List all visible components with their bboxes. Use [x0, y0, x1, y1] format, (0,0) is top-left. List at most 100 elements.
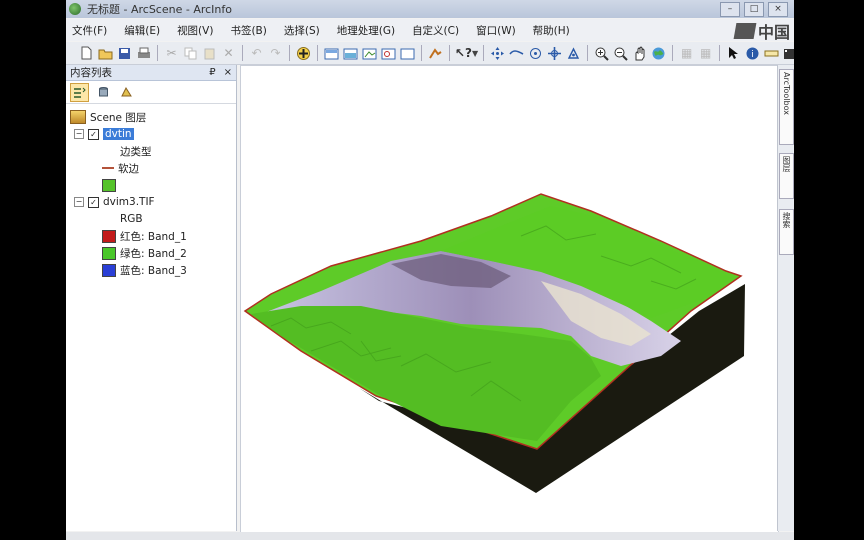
new-document-icon[interactable]: [78, 45, 95, 62]
menu-bar: 文件(F) 编辑(E) 视图(V) 书签(B) 选择(S) 地理处理(G) 自定…: [66, 19, 794, 41]
minimize-button[interactable]: –: [720, 2, 740, 17]
select-elements-arrow-icon[interactable]: [725, 45, 742, 62]
terrain-scene[interactable]: [241, 66, 778, 532]
legend-item[interactable]: 绿色: Band_2: [102, 245, 187, 261]
legend-item[interactable]: 蓝色: Band_3: [102, 262, 187, 278]
scene-layers-node[interactable]: Scene 图层: [70, 109, 146, 125]
toolbar-separator: [719, 45, 721, 61]
legend-item[interactable]: 红色: Band_1: [102, 228, 187, 244]
search-window-icon[interactable]: [380, 45, 397, 62]
open-folder-icon[interactable]: [97, 45, 114, 62]
toc-toolbar: [66, 81, 236, 104]
toolbar-separator: [672, 45, 674, 61]
menu-view[interactable]: 视图(V): [177, 23, 213, 38]
list-by-visibility-icon[interactable]: [118, 84, 135, 101]
layer-row-dvim3[interactable]: − ✓ dvim3.TIF: [74, 194, 155, 210]
measure-icon[interactable]: [763, 45, 780, 62]
maximize-button[interactable]: □: [744, 2, 764, 17]
add-data-icon[interactable]: [295, 45, 312, 62]
collapse-icon[interactable]: −: [74, 197, 84, 207]
menu-help[interactable]: 帮助(H): [533, 23, 570, 38]
menu-edit[interactable]: 编辑(E): [124, 23, 160, 38]
catalog-window-icon[interactable]: [399, 45, 416, 62]
editor-tool-icon[interactable]: [427, 45, 444, 62]
toolbar-separator: [449, 45, 450, 61]
close-button[interactable]: ×: [768, 2, 788, 17]
grid-tool-icon[interactable]: ▦: [678, 45, 695, 62]
undo-icon[interactable]: ↶: [248, 45, 265, 62]
menu-file[interactable]: 文件(F): [72, 23, 107, 38]
zoom-to-target-icon[interactable]: [546, 45, 563, 62]
title-bar: 无标题 - ArcScene - ArcInfo – □ ×: [66, 0, 794, 18]
legend-item: RGB: [120, 211, 143, 227]
print-icon[interactable]: [135, 45, 152, 62]
navigate-icon[interactable]: [489, 45, 506, 62]
save-icon[interactable]: [116, 45, 133, 62]
legend-item[interactable]: [102, 177, 116, 193]
layer-visibility-checkbox[interactable]: ✓: [88, 196, 99, 208]
layer-properties-icon[interactable]: [361, 45, 378, 62]
watermark-logo: 中国: [733, 19, 790, 43]
toc-title: 内容列表: [70, 67, 112, 79]
red-band-swatch: [102, 229, 116, 243]
zoom-in-icon[interactable]: [593, 45, 610, 62]
terrain-fill-swatch: [102, 178, 116, 192]
arccatalog-icon[interactable]: [323, 45, 340, 62]
layer-name-dvim3[interactable]: dvim3.TIF: [103, 196, 155, 208]
fly-icon[interactable]: [508, 45, 525, 62]
blue-band-swatch: [102, 263, 116, 277]
scene-properties-icon[interactable]: [342, 45, 359, 62]
menu-windows[interactable]: 窗口(W): [476, 23, 516, 38]
whats-this-help-icon[interactable]: ↖?: [455, 45, 472, 62]
layer-row-dvtin[interactable]: − ✓ dvtin: [74, 126, 134, 142]
paste-icon[interactable]: [201, 45, 218, 62]
cut-icon[interactable]: ✂: [163, 45, 180, 62]
toolbar-separator: [483, 45, 485, 61]
set-observer-icon[interactable]: [565, 45, 582, 62]
legend-label: 红色: Band_1: [120, 230, 187, 243]
legend-item: 边类型: [120, 143, 152, 159]
cube-logo-icon: [733, 23, 757, 39]
list-by-drawing-order-icon[interactable]: [70, 82, 89, 102]
pin-icon[interactable]: ₽: [209, 67, 215, 78]
copy-icon[interactable]: [182, 45, 199, 62]
toc-header: 内容列表 ₽ ×: [66, 65, 236, 81]
dock-tab-layers[interactable]: 图层: [779, 153, 794, 199]
zoom-out-icon[interactable]: [612, 45, 629, 62]
layer-visibility-checkbox[interactable]: ✓: [88, 128, 99, 140]
legend-item[interactable]: 软边: [102, 160, 139, 176]
pan-hand-icon[interactable]: [631, 45, 648, 62]
dock-tab-arctoolbox[interactable]: ArcToolbox: [779, 69, 794, 145]
menu-customize[interactable]: 自定义(C): [412, 23, 459, 38]
toc-close-icon[interactable]: ×: [224, 67, 232, 78]
menu-bookmarks[interactable]: 书签(B): [230, 23, 266, 38]
grid-tool-2-icon[interactable]: ▦: [697, 45, 714, 62]
status-bar: [66, 532, 794, 540]
dock-tab-search[interactable]: 搜索: [779, 209, 794, 255]
toolbar-separator: [421, 45, 422, 61]
dock-tab-label: 图层: [782, 156, 791, 172]
dock-tab-label: ArcToolbox: [782, 72, 791, 115]
delete-icon[interactable]: ✕: [220, 45, 237, 62]
identify-icon[interactable]: i: [744, 45, 761, 62]
green-band-swatch: [102, 246, 116, 260]
3d-scene-viewer[interactable]: [240, 65, 779, 533]
legend-label: 蓝色: Band_3: [120, 264, 187, 277]
center-on-target-icon[interactable]: [527, 45, 544, 62]
svg-text:i: i: [751, 50, 754, 60]
full-extent-globe-icon[interactable]: [650, 45, 667, 62]
menu-geoprocessing[interactable]: 地理处理(G): [337, 23, 395, 38]
layer-name-dvtin[interactable]: dvtin: [103, 128, 134, 140]
arcscene-window: 无标题 - ArcScene - ArcInfo – □ × 文件(F) 编辑(…: [66, 0, 794, 540]
animation-icon[interactable]: [782, 45, 794, 62]
toolbar-dropdown-arrow[interactable]: ▼: [472, 49, 478, 58]
list-by-source-icon[interactable]: [95, 84, 112, 101]
soft-edge-line-symbol: [102, 167, 114, 169]
collapse-icon[interactable]: −: [74, 129, 84, 139]
toolbar-separator: [242, 45, 243, 61]
redo-icon[interactable]: ↷: [267, 45, 284, 62]
standard-toolbar: ✂ ✕ ↶ ↷ ↖? ▼ ▦ ▦ i: [66, 42, 794, 65]
toolbar-separator: [317, 45, 318, 61]
menu-selection[interactable]: 选择(S): [284, 23, 320, 38]
right-dock-bar: ArcToolbox 图层 搜索: [777, 65, 794, 531]
